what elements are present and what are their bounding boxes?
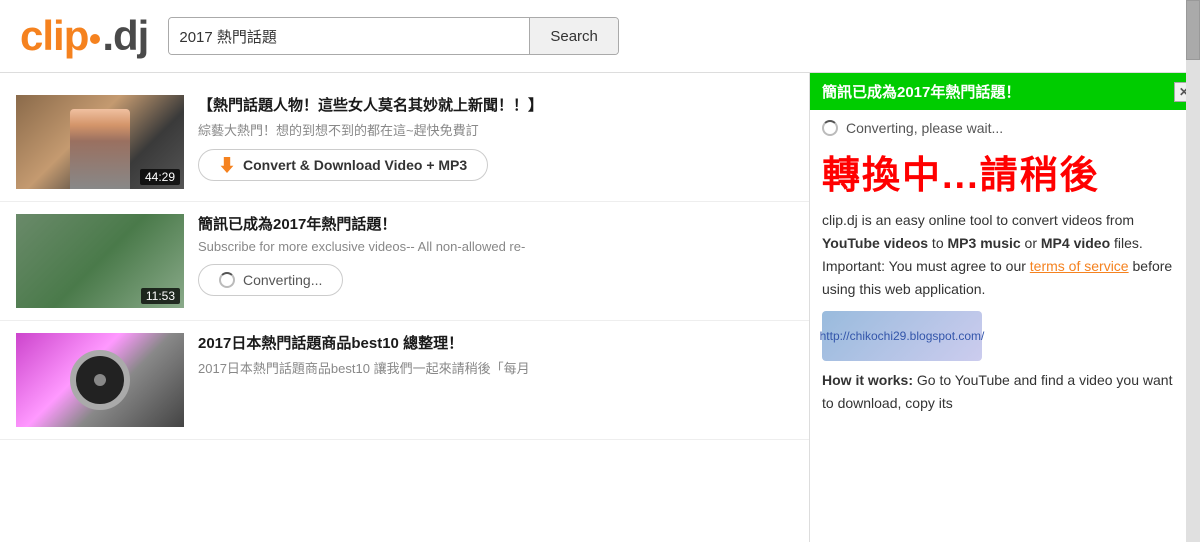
thumb-image <box>70 109 130 189</box>
result-item: 11:53 簡訊已成為2017年熱門話題！ Subscribe for more… <box>0 202 809 321</box>
search-bar: Search <box>168 17 619 55</box>
converting-status: Converting, please wait... <box>810 110 1200 140</box>
youtube-bold: YouTube videos <box>822 235 928 251</box>
notification-text: 簡訊已成為2017年熱門話題！ <box>822 84 1020 101</box>
result-info: 2017日本熱門話題商品best10 總整理！ 2017日本熱門話題商品best… <box>198 333 793 387</box>
result-title: 2017日本熱門話題商品best10 總整理！ <box>198 333 793 354</box>
how-it-works-title: How it works: <box>822 372 913 388</box>
result-description: 2017日本熱門話題商品best10 讓我們一起來請稍後「每月 <box>198 358 793 377</box>
panel-description: clip.dj is an easy online tool to conver… <box>810 209 1200 311</box>
thumbnail <box>16 333 184 427</box>
results-list: 44:29 【熱門話題人物！這些女人莫名其妙就上新聞！！】 綜藝大熱門！想的到想… <box>0 73 810 542</box>
thumbnail: 44:29 <box>16 95 184 189</box>
converting-label: Converting... <box>243 272 322 288</box>
logo[interactable]: clip .dj <box>20 12 148 60</box>
watermark-image: http://chikochi29.blogspot.com/ <box>822 311 982 361</box>
logo-clip: clip <box>20 12 88 60</box>
spinner-icon <box>822 120 838 136</box>
right-panel: 簡訊已成為2017年熱門話題！ ✕ Converting, please wai… <box>810 73 1200 542</box>
search-button[interactable]: Search <box>529 18 618 54</box>
how-it-works: How it works: Go to YouTube and find a v… <box>810 369 1200 415</box>
watermark-area: http://chikochi29.blogspot.com/ <box>810 311 1200 361</box>
thumbnail: 11:53 <box>16 214 184 308</box>
duration-badge: 44:29 <box>140 169 180 185</box>
result-item: 2017日本熱門話題商品best10 總整理！ 2017日本熱門話題商品best… <box>0 321 809 440</box>
results-area: 44:29 【熱門話題人物！這些女人莫名其妙就上新聞！！】 綜藝大熱門！想的到想… <box>0 73 1200 542</box>
result-title: 簡訊已成為2017年熱門話題！ <box>198 214 793 235</box>
search-input[interactable] <box>169 18 529 54</box>
converting-status-text: Converting, please wait... <box>846 120 1003 136</box>
convert-btn-label: Convert & Download Video + MP3 <box>243 157 467 173</box>
result-description: Subscribe for more exclusive videos-- Al… <box>198 239 793 254</box>
result-info: 【熱門話題人物！這些女人莫名其妙就上新聞！！】 綜藝大熱門！想的到想不到的都在這… <box>198 95 793 181</box>
result-description: 綜藝大熱門！想的到想不到的都在這~趕快免費訂 <box>198 120 793 139</box>
result-info: 簡訊已成為2017年熱門話題！ Subscribe for more exclu… <box>198 214 793 296</box>
notification-bar: 簡訊已成為2017年熱門話題！ ✕ <box>810 73 1200 110</box>
scrollbar-thumb[interactable] <box>1186 0 1200 60</box>
download-icon <box>219 157 235 173</box>
logo-dot-icon <box>90 34 100 44</box>
duration-badge: 11:53 <box>141 288 180 304</box>
header: clip .dj Search <box>0 0 1200 73</box>
result-item: 44:29 【熱門話題人物！這些女人莫名其妙就上新聞！！】 綜藝大熱門！想的到想… <box>0 83 809 202</box>
spinner-icon <box>219 272 235 288</box>
scrollbar-track <box>1186 0 1200 542</box>
mp4-bold: MP4 video <box>1041 235 1110 251</box>
terms-link[interactable]: terms of service <box>1030 258 1129 274</box>
logo-dj: .dj <box>102 12 148 60</box>
converting-big-text: 轉換中...請稍後 <box>810 140 1200 209</box>
convert-download-button[interactable]: Convert & Download Video + MP3 <box>198 149 488 181</box>
result-title: 【熱門話題人物！這些女人莫名其妙就上新聞！！】 <box>198 95 793 116</box>
converting-button: Converting... <box>198 264 343 296</box>
mp3-bold: MP3 music <box>948 235 1021 251</box>
